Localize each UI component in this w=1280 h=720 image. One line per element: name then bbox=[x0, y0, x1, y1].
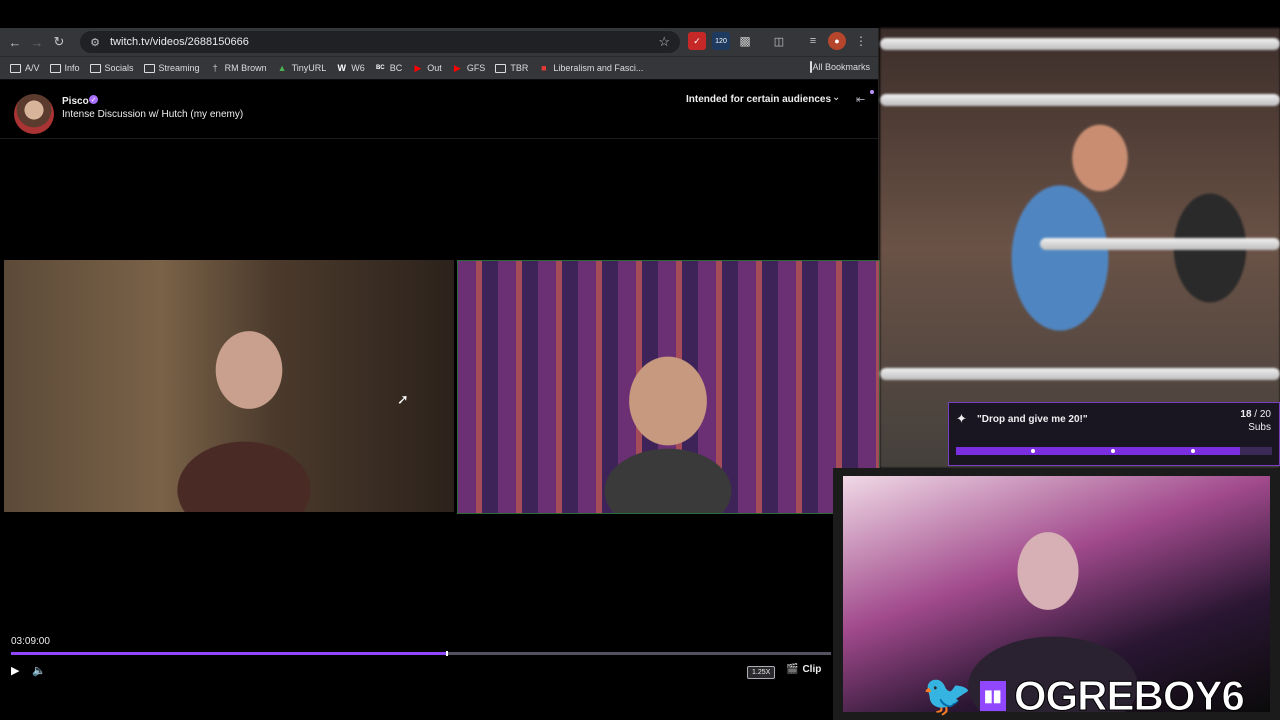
bookmark-item[interactable]: TBR bbox=[495, 63, 528, 73]
forward-icon[interactable]: → bbox=[26, 31, 48, 53]
site-icon: BC bbox=[375, 65, 385, 71]
youtube-icon: ▶ bbox=[453, 62, 461, 73]
site-icon: ▲ bbox=[277, 63, 287, 73]
channel-name[interactable]: Pisco bbox=[62, 96, 89, 107]
url-text[interactable]: twitch.tv/videos/2688150666 bbox=[110, 36, 249, 48]
goal-tick bbox=[1111, 449, 1115, 453]
bookmark-item[interactable]: Streaming bbox=[143, 63, 200, 73]
clip-button[interactable]: 🎬 Clip bbox=[786, 664, 821, 675]
extension-badge: 120 bbox=[715, 37, 727, 45]
bookmark-item[interactable]: A/V bbox=[10, 63, 40, 73]
extensions-area: ✓ 120 ▩ ◫ ≡ ● ⋮ bbox=[688, 32, 870, 50]
menu-kebab-icon[interactable]: ⋮ bbox=[852, 32, 870, 50]
ring-rope bbox=[880, 94, 1280, 106]
mouse-cursor-icon: ➚ bbox=[397, 391, 409, 407]
goal-progress-bar bbox=[956, 447, 1272, 455]
streamer-handle: OGREBOY6 bbox=[1013, 672, 1245, 720]
address-bar[interactable]: ⚙ twitch.tv/videos/2688150666 ☆ bbox=[80, 31, 680, 53]
bookmark-item[interactable]: Info bbox=[49, 63, 80, 73]
youtube-icon: ▶ bbox=[414, 62, 422, 73]
twitch-logo-icon: ▮▮ bbox=[979, 681, 1006, 711]
bookmark-item[interactable]: Socials bbox=[89, 63, 134, 73]
channel-header: Pisco ✓ Intense Discussion w/ Hutch (my … bbox=[0, 80, 878, 139]
folder-icon bbox=[89, 63, 101, 73]
bookmark-item[interactable]: † RM Brown bbox=[210, 63, 267, 73]
goal-tick bbox=[1031, 449, 1035, 453]
cast-icon[interactable]: ◫ bbox=[770, 32, 788, 50]
seek-bar[interactable] bbox=[11, 651, 831, 656]
goal-count: 18 / 20 bbox=[1240, 409, 1271, 420]
badge-extension-icon[interactable]: 120 bbox=[712, 32, 730, 50]
site-icon: † bbox=[212, 63, 218, 73]
goal-title: "Drop and give me 20!" bbox=[977, 414, 1088, 425]
clapperboard-icon: 🎬 bbox=[786, 664, 799, 675]
clip-label: Clip bbox=[802, 664, 822, 675]
site-settings-icon[interactable]: ⚙ bbox=[88, 35, 102, 49]
back-icon[interactable]: ← bbox=[4, 31, 26, 53]
play-icon[interactable]: ▶ bbox=[11, 664, 19, 677]
profile-avatar[interactable]: ● bbox=[828, 32, 846, 50]
video-title: Intense Discussion w/ Hutch (my enemy) bbox=[62, 109, 244, 120]
folder-icon bbox=[495, 63, 507, 73]
social-brand: 🐦 ▮▮ OGREBOY6 bbox=[922, 672, 1245, 720]
reload-icon[interactable]: ↻ bbox=[48, 31, 70, 53]
audience-label[interactable]: Intended for certain audiences bbox=[686, 94, 831, 105]
guest-camera-left bbox=[4, 260, 454, 512]
ring-rope bbox=[1040, 238, 1280, 250]
folder-icon bbox=[143, 63, 155, 73]
seek-bar-fill bbox=[11, 652, 446, 655]
twitter-bird-icon: 🐦 bbox=[922, 674, 972, 718]
verified-icon: ✓ bbox=[89, 95, 98, 104]
volume-icon[interactable]: 🔈 bbox=[32, 664, 46, 677]
chevron-down-icon[interactable]: ⌄ bbox=[832, 92, 840, 103]
bookmark-item[interactable]: ▶ Out bbox=[412, 62, 441, 74]
goal-total: / 20 bbox=[1251, 409, 1271, 420]
browser-toolbar: ← → ↻ ⚙ twitch.tv/videos/2688150666 ☆ ✓ … bbox=[0, 28, 878, 56]
puzzle-icon[interactable]: ▩ bbox=[736, 32, 754, 50]
goal-tick bbox=[1191, 449, 1195, 453]
goal-current: 18 bbox=[1240, 409, 1252, 420]
sub-goal-widget: ✦ "Drop and give me 20!" 18 / 20 Subs bbox=[948, 402, 1280, 466]
bookmark-item[interactable]: ■ Liberalism and Fasci... bbox=[538, 63, 643, 73]
collapse-icon[interactable]: ⇤ bbox=[856, 93, 865, 106]
bookmarks-bar: A/V Info Socials Streaming † RM Brown ▲ Ti… bbox=[0, 56, 878, 79]
bookmark-item[interactable]: ▲ TinyURL bbox=[277, 63, 327, 73]
guest-camera-right bbox=[457, 260, 880, 514]
avatar[interactable] bbox=[14, 94, 54, 134]
bookmark-item[interactable]: ▶ GFS bbox=[452, 62, 485, 74]
site-icon: ■ bbox=[541, 63, 547, 73]
ring-rope bbox=[880, 368, 1280, 380]
ring-rope bbox=[880, 38, 1280, 50]
all-bookmarks-button[interactable]: All Bookmarks bbox=[810, 61, 870, 73]
goal-progress-fill bbox=[956, 447, 1241, 455]
folder-icon bbox=[10, 63, 21, 73]
notification-dot bbox=[870, 90, 874, 94]
bookmark-item[interactable]: BC BC bbox=[375, 63, 402, 73]
star-icon: ✦ bbox=[956, 411, 967, 426]
reading-list-icon[interactable]: ≡ bbox=[804, 32, 822, 50]
goal-unit: Subs bbox=[1248, 422, 1271, 433]
video-timestamp: 03:09:00 bbox=[11, 636, 50, 647]
site-icon: W bbox=[337, 63, 347, 73]
bookmark-item[interactable]: W W6 bbox=[336, 63, 365, 73]
bookmark-star-icon[interactable]: ☆ bbox=[658, 34, 670, 50]
red-extension-icon[interactable]: ✓ bbox=[688, 32, 706, 50]
folder-icon bbox=[49, 63, 61, 73]
seek-bar-handle[interactable] bbox=[445, 651, 448, 656]
playback-speed-badge[interactable]: 1.25X bbox=[747, 666, 776, 679]
